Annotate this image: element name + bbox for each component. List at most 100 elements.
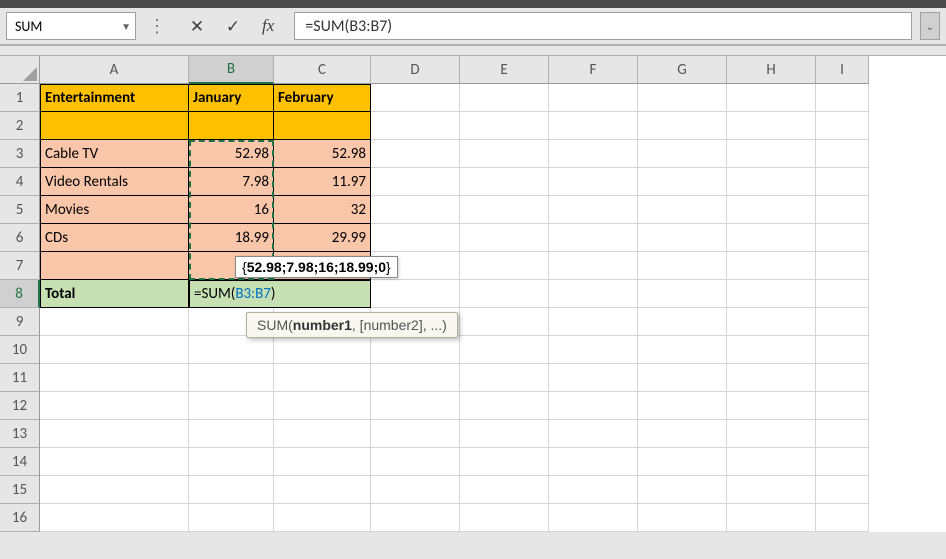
col-header-G[interactable]: G <box>638 56 727 84</box>
expand-formula-bar-button[interactable]: ⌄ <box>920 12 940 40</box>
cell-C2[interactable] <box>274 112 371 140</box>
cell-D5[interactable] <box>371 196 460 224</box>
row-header-7[interactable]: 7 <box>0 252 40 280</box>
row-header-10[interactable]: 10 <box>0 336 40 364</box>
cell-H12[interactable] <box>727 392 816 420</box>
cell-C4[interactable]: 11.97 <box>274 168 371 196</box>
cell-E4[interactable] <box>460 168 549 196</box>
cell-E14[interactable] <box>460 448 549 476</box>
cell-B2[interactable] <box>189 112 274 140</box>
cell-A1[interactable]: Entertainment <box>40 84 189 112</box>
cell-A14[interactable] <box>40 448 189 476</box>
cell-F15[interactable] <box>549 476 638 504</box>
cell-E1[interactable] <box>460 84 549 112</box>
col-header-F[interactable]: F <box>549 56 638 84</box>
cell-F1[interactable] <box>549 84 638 112</box>
row-header-14[interactable]: 14 <box>0 448 40 476</box>
cell-B3[interactable]: 52.98 <box>189 140 274 168</box>
cell-E7[interactable] <box>460 252 549 280</box>
row-header-13[interactable]: 13 <box>0 420 40 448</box>
cell-I1[interactable] <box>816 84 869 112</box>
cell-I15[interactable] <box>816 476 869 504</box>
cell-G1[interactable] <box>638 84 727 112</box>
cell-I14[interactable] <box>816 448 869 476</box>
cell-F10[interactable] <box>549 336 638 364</box>
cell-I3[interactable] <box>816 140 869 168</box>
cell-F14[interactable] <box>549 448 638 476</box>
cell-E10[interactable] <box>460 336 549 364</box>
cell-B10[interactable] <box>189 336 274 364</box>
cell-D12[interactable] <box>371 392 460 420</box>
cell-A4[interactable]: Video Rentals <box>40 168 189 196</box>
cell-D16[interactable] <box>371 504 460 532</box>
cell-I2[interactable] <box>816 112 869 140</box>
cell-D14[interactable] <box>371 448 460 476</box>
col-header-B[interactable]: B <box>189 56 274 84</box>
cell-F5[interactable] <box>549 196 638 224</box>
cell-B12[interactable] <box>189 392 274 420</box>
cell-E9[interactable] <box>460 308 549 336</box>
editing-cell-overlay[interactable]: =SUM(B3:B7) <box>189 280 371 308</box>
cell-I10[interactable] <box>816 336 869 364</box>
cell-G4[interactable] <box>638 168 727 196</box>
col-header-H[interactable]: H <box>727 56 816 84</box>
cell-E8[interactable] <box>460 280 549 308</box>
row-header-12[interactable]: 12 <box>0 392 40 420</box>
cell-B11[interactable] <box>189 364 274 392</box>
cell-A15[interactable] <box>40 476 189 504</box>
row-header-4[interactable]: 4 <box>0 168 40 196</box>
cell-G14[interactable] <box>638 448 727 476</box>
cell-H8[interactable] <box>727 280 816 308</box>
cell-F7[interactable] <box>549 252 638 280</box>
cell-E2[interactable] <box>460 112 549 140</box>
cell-C3[interactable]: 52.98 <box>274 140 371 168</box>
name-box[interactable]: SUM ▼ <box>6 12 136 40</box>
cell-A10[interactable] <box>40 336 189 364</box>
cell-G11[interactable] <box>638 364 727 392</box>
select-all-corner[interactable] <box>0 56 40 84</box>
cell-B16[interactable] <box>189 504 274 532</box>
cell-E12[interactable] <box>460 392 549 420</box>
cell-B4[interactable]: 7.98 <box>189 168 274 196</box>
cell-E16[interactable] <box>460 504 549 532</box>
cell-H6[interactable] <box>727 224 816 252</box>
cell-F13[interactable] <box>549 420 638 448</box>
cell-A7[interactable] <box>40 252 189 280</box>
cell-C1[interactable]: February <box>274 84 371 112</box>
cell-E6[interactable] <box>460 224 549 252</box>
cell-A11[interactable] <box>40 364 189 392</box>
cell-C10[interactable] <box>274 336 371 364</box>
row-header-16[interactable]: 16 <box>0 504 40 532</box>
cell-B13[interactable] <box>189 420 274 448</box>
cell-C16[interactable] <box>274 504 371 532</box>
cell-H15[interactable] <box>727 476 816 504</box>
row-header-9[interactable]: 9 <box>0 308 40 336</box>
row-header-3[interactable]: 3 <box>0 140 40 168</box>
cell-H2[interactable] <box>727 112 816 140</box>
cell-H14[interactable] <box>727 448 816 476</box>
cell-F6[interactable] <box>549 224 638 252</box>
cell-I8[interactable] <box>816 280 869 308</box>
col-header-A[interactable]: A <box>40 56 189 84</box>
cell-H10[interactable] <box>727 336 816 364</box>
col-header-I[interactable]: I <box>816 56 869 84</box>
col-header-C[interactable]: C <box>274 56 371 84</box>
cell-H11[interactable] <box>727 364 816 392</box>
cell-I16[interactable] <box>816 504 869 532</box>
row-header-8[interactable]: 8 <box>0 280 40 308</box>
cell-C11[interactable] <box>274 364 371 392</box>
cell-A6[interactable]: CDs <box>40 224 189 252</box>
cell-F11[interactable] <box>549 364 638 392</box>
cell-D10[interactable] <box>371 336 460 364</box>
cell-G5[interactable] <box>638 196 727 224</box>
cell-I5[interactable] <box>816 196 869 224</box>
insert-function-button[interactable]: fx <box>254 16 282 36</box>
col-header-D[interactable]: D <box>371 56 460 84</box>
cell-I9[interactable] <box>816 308 869 336</box>
cell-E11[interactable] <box>460 364 549 392</box>
cell-G2[interactable] <box>638 112 727 140</box>
cell-D8[interactable] <box>371 280 460 308</box>
cell-F4[interactable] <box>549 168 638 196</box>
cell-G6[interactable] <box>638 224 727 252</box>
cell-F16[interactable] <box>549 504 638 532</box>
